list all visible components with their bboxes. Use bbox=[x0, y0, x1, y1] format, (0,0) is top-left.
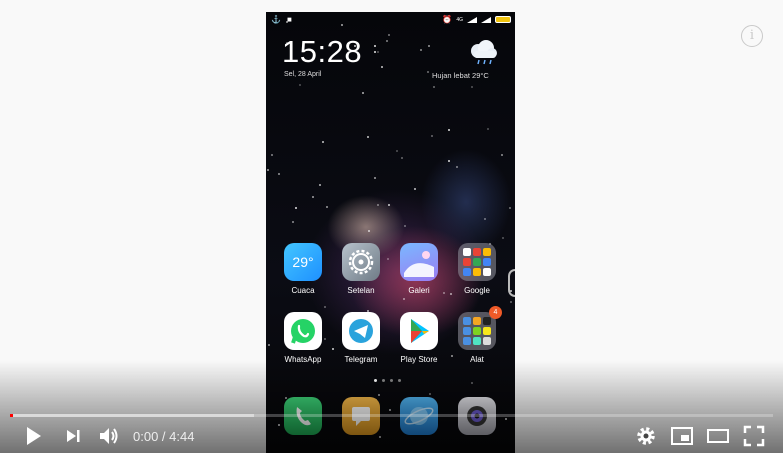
settings-gear-icon bbox=[342, 243, 380, 281]
usb-icon: ⚓ bbox=[271, 15, 281, 24]
star bbox=[312, 196, 314, 198]
star bbox=[374, 177, 376, 179]
network-label: 4G bbox=[456, 16, 463, 23]
time-display: 0:00 / 4:44 bbox=[133, 429, 194, 444]
tools-folder-icon: 4 bbox=[458, 306, 502, 350]
star bbox=[377, 204, 379, 206]
star bbox=[324, 306, 326, 308]
star bbox=[487, 128, 489, 130]
app-label: Cuaca bbox=[291, 286, 315, 295]
app-cuaca[interactable]: 29° Cuaca bbox=[276, 243, 330, 295]
app-setelan[interactable]: Setelan bbox=[334, 243, 388, 295]
star bbox=[484, 218, 486, 220]
signal-icon bbox=[481, 16, 491, 23]
star bbox=[388, 34, 390, 36]
google-folder-icon bbox=[458, 243, 496, 281]
app-label: Galeri bbox=[408, 286, 430, 295]
current-time: 0:00 bbox=[133, 429, 159, 444]
app-galeri[interactable]: Galeri bbox=[392, 243, 446, 295]
volume-button[interactable] bbox=[97, 424, 121, 448]
star bbox=[268, 344, 270, 346]
star bbox=[403, 298, 405, 300]
star bbox=[292, 221, 294, 223]
theater-mode-icon[interactable] bbox=[706, 424, 730, 448]
whatsapp-icon bbox=[284, 312, 322, 350]
star bbox=[271, 154, 273, 156]
video-record-icon: ■ bbox=[286, 15, 292, 24]
app-alat-folder[interactable]: 4 Alat bbox=[450, 306, 504, 364]
star bbox=[448, 160, 450, 162]
star bbox=[509, 207, 511, 209]
app-telegram[interactable]: Telegram bbox=[334, 312, 388, 364]
star bbox=[278, 173, 280, 175]
star bbox=[414, 188, 416, 190]
progress-played bbox=[10, 414, 14, 417]
alarm-icon: ⏰ bbox=[442, 15, 453, 24]
edge-handle[interactable] bbox=[508, 269, 515, 297]
star bbox=[404, 225, 406, 227]
info-button[interactable]: i bbox=[741, 25, 763, 47]
star bbox=[433, 86, 435, 88]
app-whatsapp[interactable]: WhatsApp bbox=[276, 312, 330, 364]
progress-loaded bbox=[10, 414, 255, 417]
weather-app-temp: 29° bbox=[292, 254, 314, 270]
star bbox=[367, 136, 369, 138]
app-google-folder[interactable]: Google bbox=[450, 243, 504, 295]
star bbox=[319, 184, 321, 186]
settings-icon[interactable] bbox=[634, 424, 658, 448]
star bbox=[377, 51, 379, 53]
star bbox=[295, 207, 297, 209]
star bbox=[374, 51, 376, 53]
star bbox=[322, 141, 324, 143]
lockscreen-date: Sel, 28 April bbox=[284, 71, 322, 78]
star bbox=[396, 150, 398, 152]
star bbox=[388, 204, 390, 206]
miniplayer-icon[interactable] bbox=[670, 424, 694, 448]
notification-badge: 4 bbox=[489, 306, 502, 319]
star bbox=[420, 49, 422, 51]
star bbox=[362, 92, 364, 94]
app-label: Setelan bbox=[347, 286, 375, 295]
lockscreen-clock: 15:28 bbox=[282, 34, 363, 69]
star bbox=[401, 157, 403, 159]
app-label: Google bbox=[464, 286, 490, 295]
time-separator: / bbox=[158, 429, 170, 444]
weather-app-icon: 29° bbox=[284, 243, 322, 281]
progress-bar[interactable] bbox=[10, 414, 773, 417]
rain-cloud-icon bbox=[471, 40, 497, 65]
battery-icon bbox=[495, 16, 511, 23]
signal-icon bbox=[467, 16, 477, 23]
star bbox=[471, 86, 473, 88]
star bbox=[299, 84, 301, 86]
next-button[interactable] bbox=[61, 424, 85, 448]
star bbox=[431, 135, 433, 137]
star bbox=[501, 154, 503, 156]
star bbox=[448, 129, 450, 131]
status-bar: ⚓ ■ ⏰ 4G bbox=[266, 12, 515, 28]
video-player[interactable]: ⚓ ■ ⏰ 4G 15:28 Sel, 28 April Hujan lebat… bbox=[0, 0, 783, 453]
star bbox=[510, 301, 512, 303]
star bbox=[326, 206, 328, 208]
play-store-icon bbox=[400, 312, 438, 350]
star bbox=[456, 166, 458, 168]
star bbox=[427, 71, 429, 73]
duration: 4:44 bbox=[169, 429, 195, 444]
star bbox=[374, 45, 376, 47]
star bbox=[381, 66, 383, 68]
weather-summary: Hujan lebat 29°C bbox=[432, 71, 489, 80]
gallery-icon bbox=[400, 243, 438, 281]
app-play-store[interactable]: Play Store bbox=[392, 312, 446, 364]
telegram-icon bbox=[342, 312, 380, 350]
star bbox=[267, 169, 269, 171]
play-button[interactable] bbox=[21, 424, 45, 448]
fullscreen-icon[interactable] bbox=[742, 424, 766, 448]
star bbox=[386, 40, 388, 42]
star bbox=[502, 237, 504, 239]
star bbox=[368, 230, 370, 232]
star bbox=[428, 45, 430, 47]
